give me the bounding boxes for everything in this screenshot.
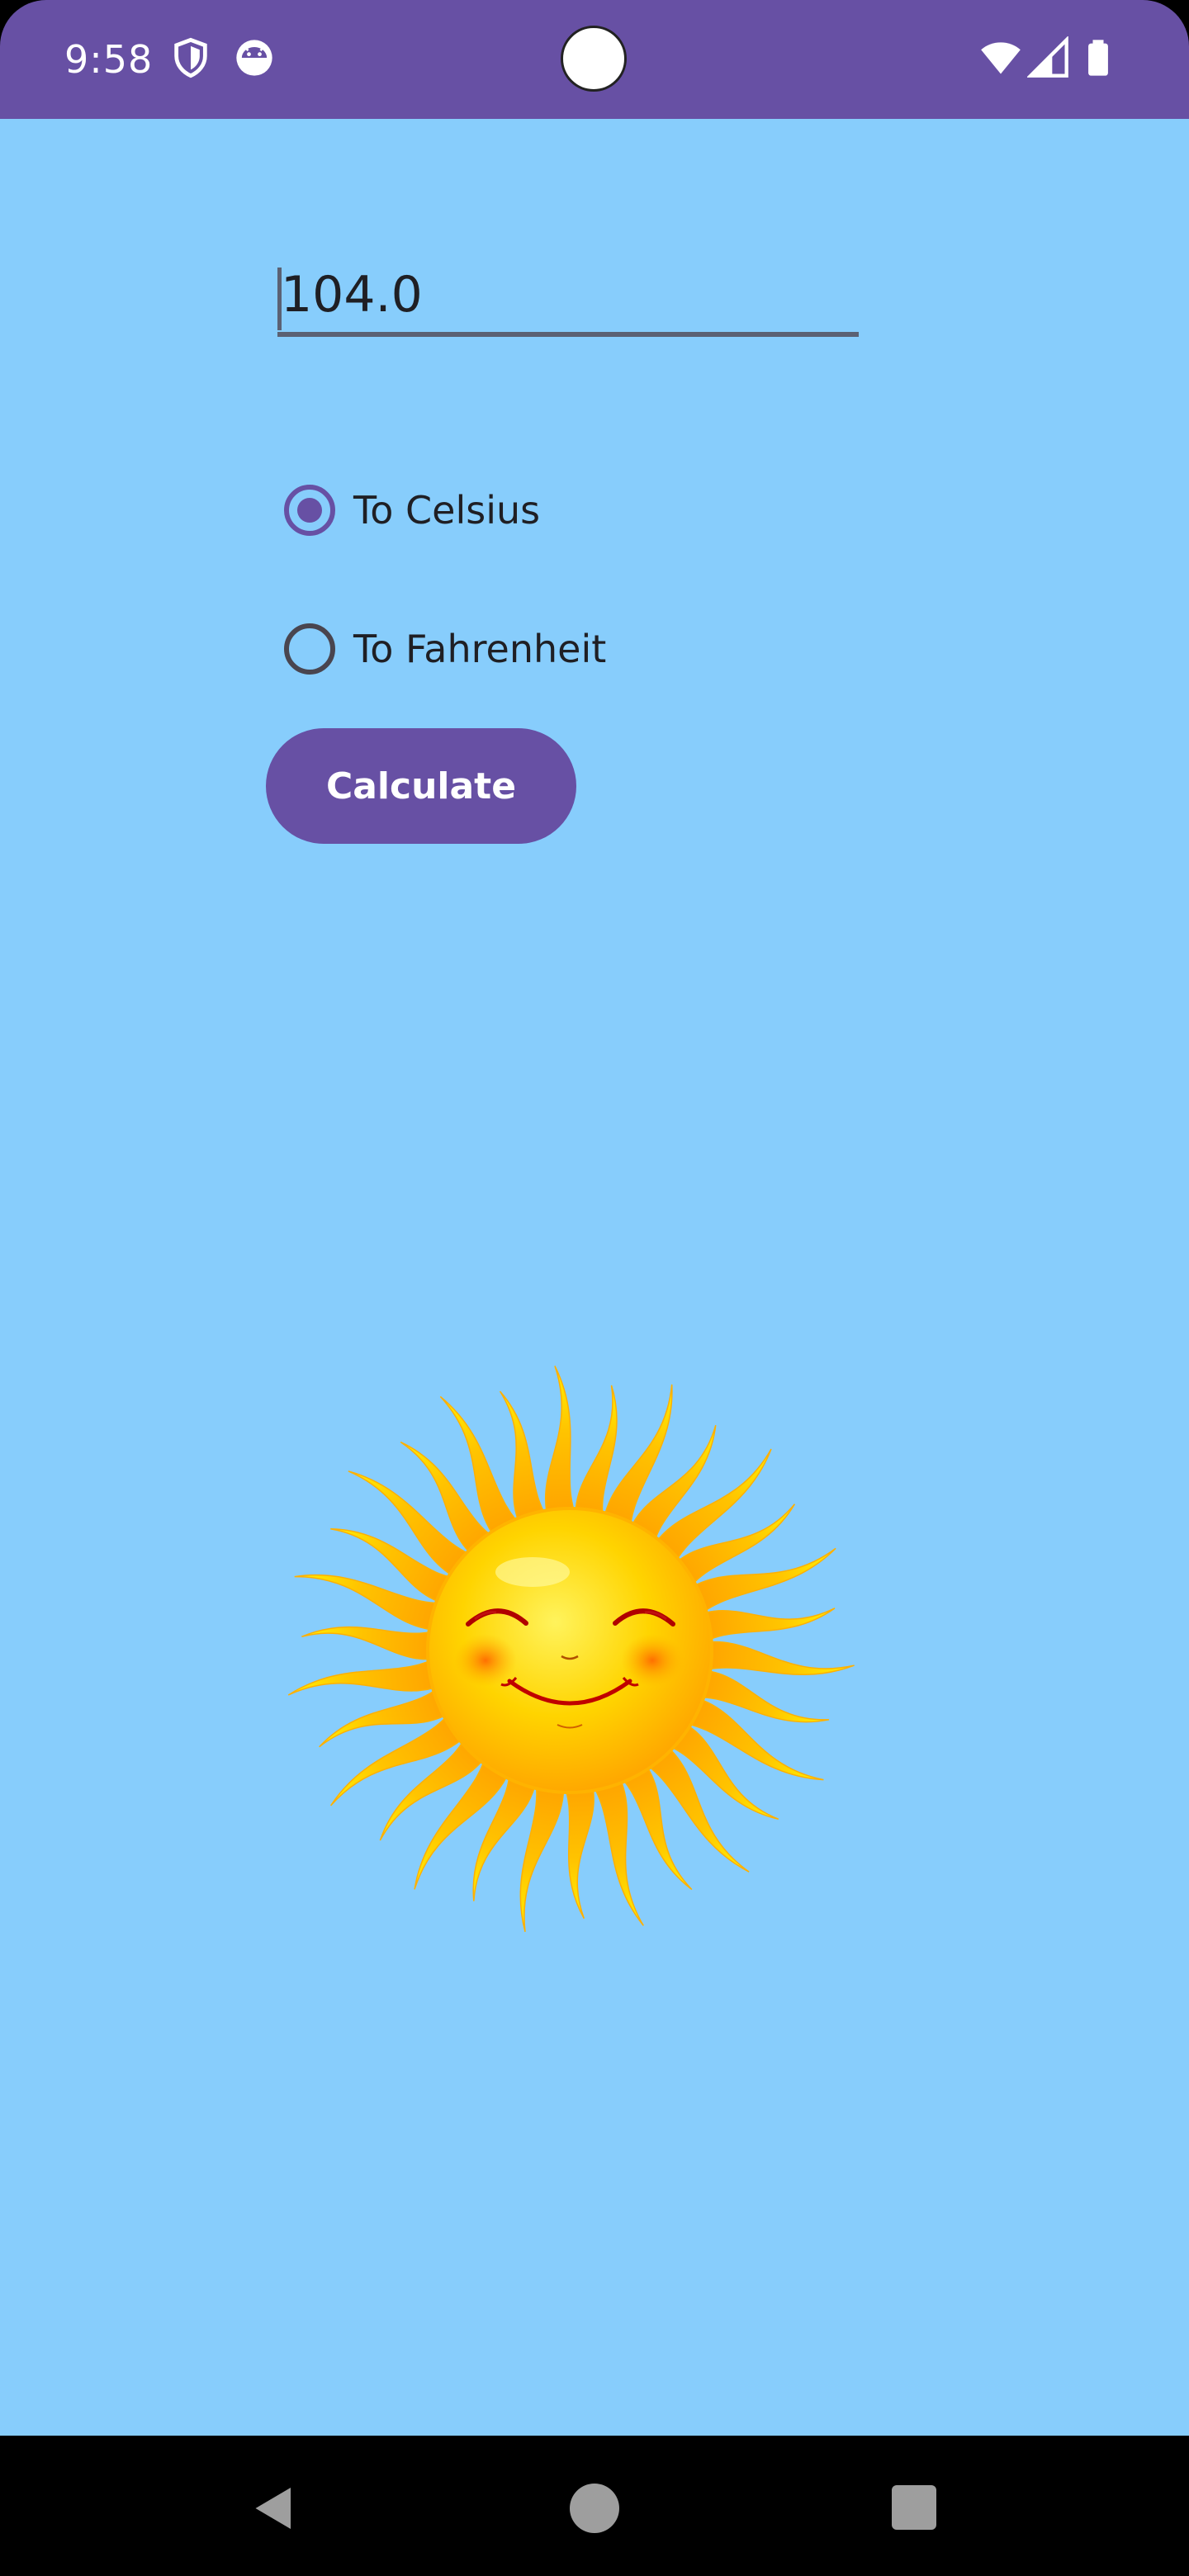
android-face-icon [233,36,276,79]
status-bar: 9:58 [0,0,1189,119]
radio-to-celsius[interactable]: To Celsius [277,471,540,550]
app-content: 104.0 To Celsius To Fahrenheit Calculate [0,119,1189,2436]
wifi-icon [979,36,1022,79]
radio-unchecked-icon [284,623,335,675]
shield-icon [169,36,212,79]
calculate-button[interactable]: Calculate [266,728,576,844]
battery-icon [1077,36,1120,79]
recents-icon[interactable] [892,2485,936,2530]
radio-label-fahrenheit: To Fahrenheit [353,627,607,671]
temperature-input-value: 104.0 [281,266,423,324]
smiling-sun-icon [285,1357,855,1935]
status-time: 9:58 [64,37,154,82]
app-screen: 9:58 104.0 To Celsius To Fahrenheit Calc… [0,0,1189,2576]
navigation-bar [0,2436,1189,2576]
radio-to-fahrenheit[interactable]: To Fahrenheit [277,609,606,689]
camera-cutout [561,26,627,92]
radio-label-celsius: To Celsius [353,488,541,533]
radio-dot [297,498,322,523]
radio-checked-icon [284,485,335,536]
home-icon[interactable] [570,2484,619,2533]
back-icon[interactable] [249,2484,299,2533]
cellular-signal-icon [1026,36,1070,79]
temperature-input[interactable]: 104.0 [277,251,859,337]
